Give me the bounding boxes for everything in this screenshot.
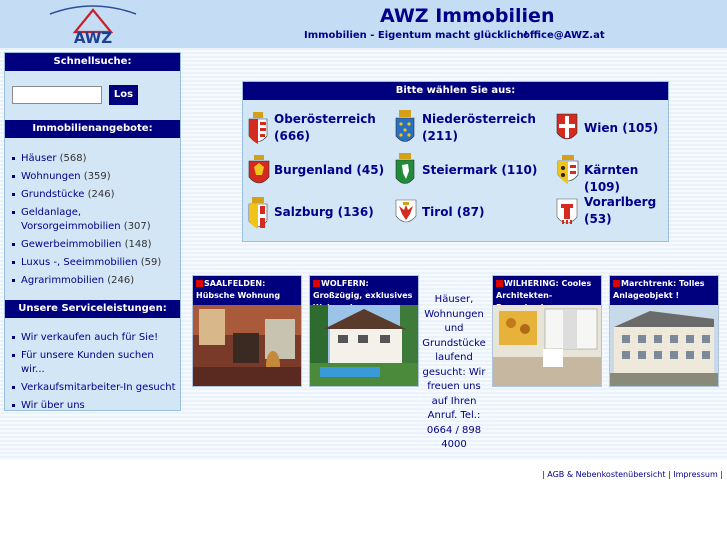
region-selector: Bitte wählen Sie aus: Oberösterreich (666… xyxy=(242,81,669,242)
offer-commercial[interactable]: Gewerbeimmobilien (148) xyxy=(11,238,179,252)
offer-investment[interactable]: Geldanlage, Vorsorgeimmobilien (307) xyxy=(11,206,179,234)
listing-title: WOLFERN: Großzügig, exklusives Wohnen! xyxy=(310,276,418,305)
offers-heading: Immobilienangebote: xyxy=(5,120,180,138)
region-vorarlberg[interactable]: Vorarlberg (53) xyxy=(584,194,656,228)
listing-photo xyxy=(310,305,418,386)
service-jobs[interactable]: Verkaufsmitarbeiter-In gesucht xyxy=(11,381,179,395)
promo-text: Häuser, Wohnungen und Grundstücke laufen… xyxy=(422,294,486,450)
listing-title: SAALFELDEN: Hübsche Wohnung xyxy=(193,276,301,305)
region-tirol[interactable]: Tirol (87) xyxy=(422,204,484,221)
kaernten-crest-icon xyxy=(557,155,579,184)
offer-apartments[interactable]: Wohnungen (359) xyxy=(11,170,179,184)
search-button[interactable]: Los xyxy=(109,85,138,105)
listing-marchtrenk[interactable]: Marchtrenk: Tolles Anlageobjekt ! xyxy=(609,275,719,387)
service-we-sell[interactable]: Wir verkaufen auch für Sie! xyxy=(11,331,179,345)
offer-houses[interactable]: Häuser (568) xyxy=(11,152,179,166)
vorarlberg-crest-icon xyxy=(556,198,578,224)
region-steiermark[interactable]: Steiermark (110) xyxy=(422,162,537,179)
service-about-us[interactable]: Wir über uns xyxy=(11,399,179,413)
header-email[interactable]: office@AWZ.at xyxy=(523,30,605,41)
wien-crest-icon xyxy=(556,113,578,140)
tirol-crest-icon xyxy=(395,199,417,223)
search-input[interactable] xyxy=(12,86,102,104)
services-list: Wir verkaufen auch für Sie! Für unsere K… xyxy=(11,331,179,417)
header: AWZ AWZ Immobilien Immobilien - Eigentum… xyxy=(0,0,727,48)
red-square-icon xyxy=(313,280,320,287)
steiermark-crest-icon xyxy=(395,153,415,184)
offer-luxury[interactable]: Luxus -, Seeimmobilien (59) xyxy=(11,256,179,270)
region-wien[interactable]: Wien (105) xyxy=(584,120,658,137)
listing-photo xyxy=(193,305,301,386)
footer-impressum-link[interactable]: Impressum xyxy=(673,470,717,479)
offer-agrar[interactable]: Agrarimmobilien (246) xyxy=(11,274,179,288)
salzburg-crest-icon xyxy=(248,197,268,229)
site-title: AWZ Immobilien xyxy=(380,5,555,27)
listing-photo xyxy=(610,305,718,386)
logo-text: AWZ xyxy=(74,29,112,46)
red-square-icon xyxy=(196,280,203,287)
red-square-icon xyxy=(496,280,503,287)
listing-title: Marchtrenk: Tolles Anlageobjekt ! xyxy=(610,276,718,305)
offer-plots[interactable]: Grundstücke (246) xyxy=(11,188,179,202)
niederoesterreich-crest-icon xyxy=(395,110,415,142)
footer: | AGB & Nebenkostenübersicht | Impressum… xyxy=(0,470,727,479)
region-burgenland[interactable]: Burgenland (45) xyxy=(274,162,384,179)
red-square-icon xyxy=(613,280,620,287)
footer-separator: | xyxy=(542,470,545,479)
offers-list: Häuser (568) Wohnungen (359) Grundstücke… xyxy=(11,152,179,292)
oberoesterreich-crest-icon xyxy=(248,112,268,144)
listing-photo xyxy=(493,305,601,386)
region-oberoesterreich[interactable]: Oberösterreich (666) xyxy=(274,111,376,145)
footer-agb-link[interactable]: AGB & Nebenkostenübersicht xyxy=(547,470,665,479)
sidebar: Schnellsuche: Los Immobilienangebote: Hä… xyxy=(4,52,181,411)
tagline: Immobilien - Eigentum macht glücklich! xyxy=(304,30,529,41)
burgenland-crest-icon xyxy=(248,155,270,184)
listing-saalfelden[interactable]: SAALFELDEN: Hübsche Wohnung xyxy=(192,275,302,387)
region-salzburg[interactable]: Salzburg (136) xyxy=(274,204,374,221)
region-niederoesterreich[interactable]: Niederösterreich (211) xyxy=(422,111,536,145)
service-we-search[interactable]: Für unsere Kunden suchen wir... xyxy=(11,349,179,377)
region-selector-heading: Bitte wählen Sie aus: xyxy=(243,82,668,100)
listing-wilhering[interactable]: WILHERING: Cooles Architekten-Bungalow! xyxy=(492,275,602,387)
footer-separator: | xyxy=(720,470,723,479)
awz-logo[interactable]: AWZ xyxy=(48,2,138,46)
quick-search-heading: Schnellsuche: xyxy=(5,53,180,71)
services-heading: Unsere Serviceleistungen: xyxy=(5,300,180,318)
listing-title: WILHERING: Cooles Architekten-Bungalow! xyxy=(493,276,601,305)
region-kaernten[interactable]: Kärnten (109) xyxy=(584,162,668,196)
listing-wolfern[interactable]: WOLFERN: Großzügig, exklusives Wohnen! xyxy=(309,275,419,387)
footer-separator: | xyxy=(668,470,671,479)
